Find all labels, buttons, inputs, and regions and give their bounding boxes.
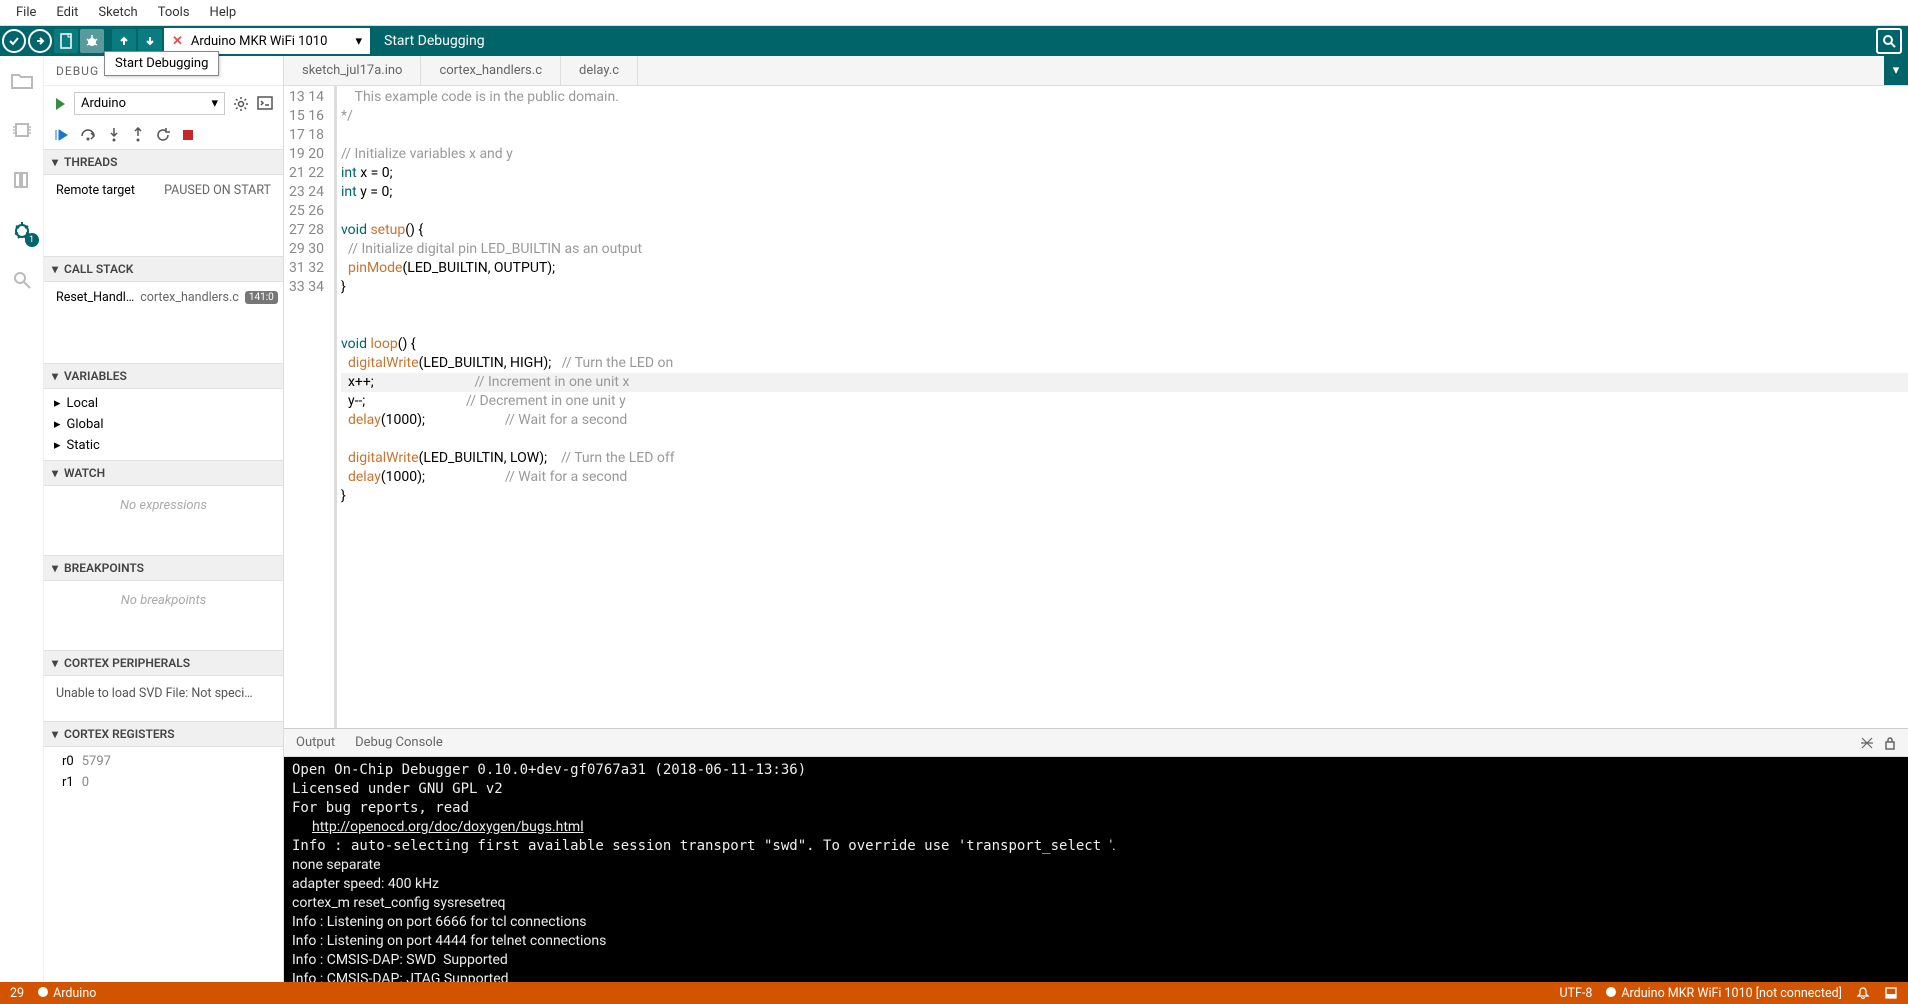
breakpoints-empty: No breakpoints bbox=[44, 585, 283, 616]
chevron-down-icon: ▾ bbox=[52, 561, 58, 575]
register-row[interactable]: r10 bbox=[44, 772, 283, 793]
library-icon[interactable] bbox=[8, 166, 36, 194]
chevron-down-icon: ▾ bbox=[52, 656, 58, 670]
editor-tab[interactable]: delay.c bbox=[561, 56, 638, 85]
open-button[interactable] bbox=[112, 29, 136, 53]
new-file-button[interactable] bbox=[54, 29, 78, 53]
register-row[interactable]: r05797 bbox=[44, 751, 283, 772]
explorer-icon[interactable] bbox=[8, 66, 36, 94]
board-disconnect-icon: ✕ bbox=[172, 34, 183, 49]
chevron-down-icon: ▾ bbox=[52, 369, 58, 383]
menu-file[interactable]: File bbox=[6, 2, 46, 23]
variable-scope[interactable]: ▸Global bbox=[44, 414, 283, 435]
chevron-down-icon: ▾ bbox=[52, 155, 58, 169]
stack-frame-row[interactable]: Reset_Handl… cortex_handlers.c 141:0 bbox=[44, 286, 283, 309]
start-debug-icon[interactable] bbox=[54, 97, 66, 111]
upload-button[interactable] bbox=[28, 29, 52, 53]
variables-section-header[interactable]: ▾VARIABLES bbox=[44, 363, 283, 389]
close-panel-icon[interactable] bbox=[1884, 986, 1898, 1000]
watch-empty: No expressions bbox=[44, 490, 283, 521]
debug-badge: 1 bbox=[25, 233, 39, 247]
search-activity-icon[interactable] bbox=[8, 266, 36, 294]
step-out-icon[interactable] bbox=[132, 127, 144, 143]
bottom-tab[interactable]: Output bbox=[296, 735, 335, 750]
save-button[interactable] bbox=[138, 29, 162, 53]
editor-tab[interactable]: cortex_handlers.c bbox=[421, 56, 561, 85]
continue-icon[interactable] bbox=[54, 128, 68, 142]
activity-bar: 1 bbox=[0, 56, 44, 982]
menu-edit[interactable]: Edit bbox=[46, 2, 88, 23]
chevron-down-icon: ▾ bbox=[52, 727, 58, 741]
variable-scope[interactable]: ▸Static bbox=[44, 435, 283, 456]
clear-console-icon[interactable] bbox=[1860, 736, 1874, 750]
console-icon[interactable] bbox=[257, 96, 273, 112]
status-board[interactable]: Arduino MKR WiFi 1010 [not connected] bbox=[1606, 986, 1842, 1001]
breakpoints-section-header[interactable]: ▾BREAKPOINTS bbox=[44, 555, 283, 581]
code-content[interactable]: This example code is in the public domai… bbox=[337, 86, 1908, 728]
variable-scope[interactable]: ▸Local bbox=[44, 393, 283, 414]
bottom-tab-strip: Output Debug Console bbox=[284, 729, 1908, 757]
board-name: Arduino MKR WiFi 1010 bbox=[191, 34, 327, 49]
menu-sketch[interactable]: Sketch bbox=[88, 2, 147, 23]
toolbar: ✕ Arduino MKR WiFi 1010 ▾ Start Debuggin… bbox=[0, 26, 1908, 56]
menu-tools[interactable]: Tools bbox=[148, 2, 200, 23]
editor-area: sketch_jul17a.inocortex_handlers.cdelay.… bbox=[284, 56, 1908, 982]
code-editor[interactable]: 13 14 15 16 17 18 19 20 21 22 23 24 25 2… bbox=[284, 86, 1908, 728]
debug-button[interactable] bbox=[80, 29, 104, 53]
status-encoding[interactable]: UTF-8 bbox=[1559, 986, 1592, 1001]
line-gutter: 13 14 15 16 17 18 19 20 21 22 23 24 25 2… bbox=[284, 86, 334, 728]
step-over-icon[interactable] bbox=[80, 128, 96, 142]
step-into-icon[interactable] bbox=[108, 127, 120, 143]
chevron-down-icon: ▾ bbox=[355, 34, 362, 49]
editor-tab-strip: sketch_jul17a.inocortex_handlers.cdelay.… bbox=[284, 56, 1908, 86]
boards-icon[interactable] bbox=[8, 116, 36, 144]
cortex-periph-msg: Unable to load SVD File: Not speci… bbox=[44, 680, 283, 707]
verify-button[interactable] bbox=[2, 29, 26, 53]
status-mode[interactable]: Arduino bbox=[38, 986, 96, 1001]
lock-scroll-icon[interactable] bbox=[1884, 736, 1896, 750]
bell-icon[interactable] bbox=[1856, 986, 1870, 1000]
editor-tab[interactable]: sketch_jul17a.ino bbox=[284, 56, 421, 85]
debug-console[interactable]: Open On-Chip Debugger 0.10.0+dev-gf0767a… bbox=[284, 757, 1908, 982]
gear-icon[interactable] bbox=[233, 96, 249, 112]
chevron-down-icon: ▾ bbox=[211, 96, 218, 111]
debug-config-select[interactable]: Arduino ▾ bbox=[74, 92, 225, 115]
debug-panel: DEBUG Arduino ▾ bbox=[44, 56, 284, 982]
tooltip: Start Debugging bbox=[104, 51, 219, 76]
search-button[interactable] bbox=[1876, 28, 1902, 54]
tab-overflow-button[interactable]: ▾ bbox=[1884, 56, 1908, 85]
stop-icon[interactable] bbox=[182, 129, 194, 141]
bottom-panel: Output Debug Console Open On-Chip Debugge… bbox=[284, 728, 1908, 982]
debug-activity-icon[interactable]: 1 bbox=[8, 216, 36, 244]
menu-help[interactable]: Help bbox=[200, 2, 247, 23]
menu-bar: FileEditSketchToolsHelp bbox=[0, 0, 1908, 26]
chevron-down-icon: ▾ bbox=[52, 466, 58, 480]
cortex-reg-section-header[interactable]: ▾CORTEX REGISTERS bbox=[44, 721, 283, 747]
thread-row[interactable]: Remote target PAUSED ON START bbox=[44, 179, 283, 202]
status-line-number[interactable]: 29 bbox=[10, 986, 24, 1001]
chevron-down-icon: ▾ bbox=[52, 262, 58, 276]
toolbar-action-label: Start Debugging bbox=[384, 33, 485, 49]
restart-icon[interactable] bbox=[156, 128, 170, 142]
callstack-section-header[interactable]: ▾CALL STACK bbox=[44, 256, 283, 282]
status-bar: 29 Arduino UTF-8 Arduino MKR WiFi 1010 [… bbox=[0, 982, 1908, 1004]
bottom-tab[interactable]: Debug Console bbox=[355, 735, 443, 750]
watch-section-header[interactable]: ▾WATCH bbox=[44, 460, 283, 486]
cortex-periph-section-header[interactable]: ▾CORTEX PERIPHERALS bbox=[44, 650, 283, 676]
threads-section-header[interactable]: ▾THREADS bbox=[44, 149, 283, 175]
